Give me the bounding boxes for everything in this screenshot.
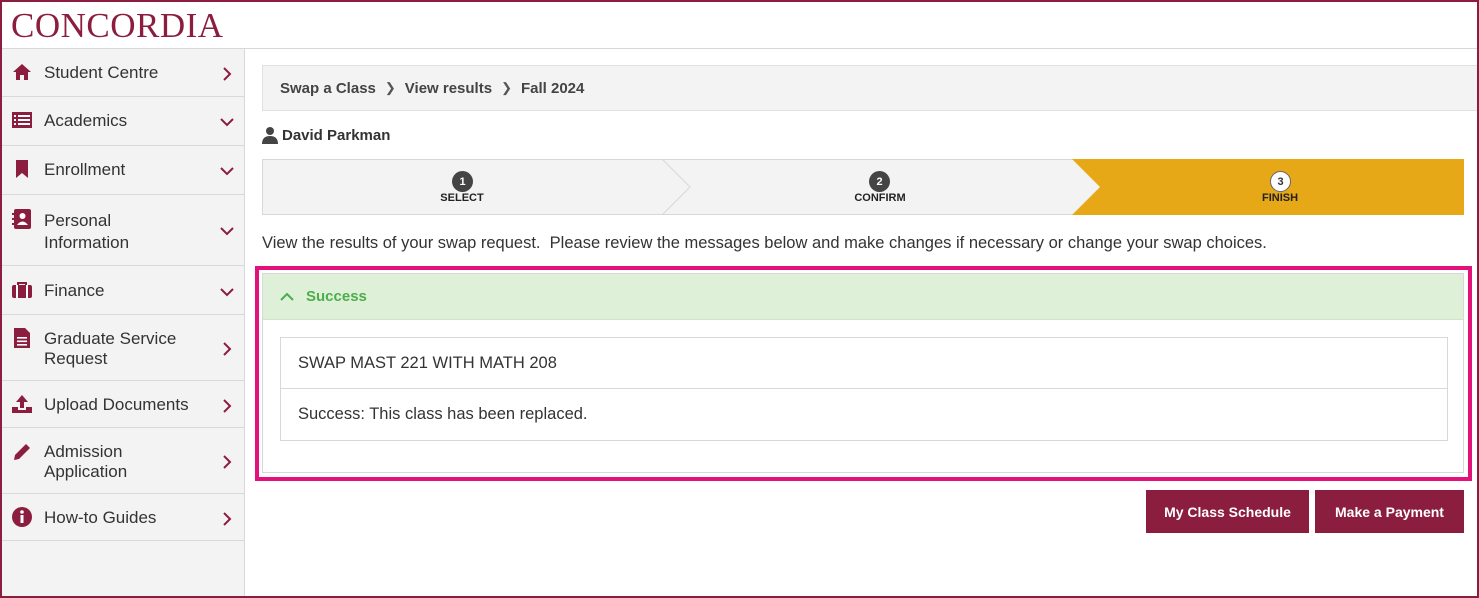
chevron-down-icon	[220, 164, 234, 178]
step-number: 2	[869, 171, 890, 192]
step-number: 1	[452, 171, 473, 192]
info-icon	[11, 506, 33, 528]
sidebar-nav: Student Centre Academics Enrollment Pers…	[2, 49, 245, 596]
message-row: SWAP MAST 221 WITH MATH 208	[281, 338, 1447, 389]
contact-card-icon	[11, 208, 33, 230]
sidebar-item-label: How-to Guides	[44, 508, 157, 527]
sidebar-item-label: Academics	[44, 111, 128, 130]
step-label: SELECT	[440, 192, 484, 204]
step-number: 3	[1270, 171, 1291, 192]
sidebar-item-how-to-guides[interactable]: How-to Guides	[2, 494, 244, 541]
chevron-down-icon	[220, 285, 234, 299]
pencil-icon	[11, 441, 33, 463]
user-info: David Parkman	[262, 126, 390, 144]
sidebar-item-graduate-service-request[interactable]: Graduate Service Request	[2, 315, 244, 381]
sidebar-item-personal-information[interactable]: Personal Information	[2, 195, 244, 266]
sidebar-item-label: Graduate Service Request	[44, 329, 177, 368]
bookmark-icon	[11, 158, 33, 180]
message-row: Success: This class has been replaced.	[298, 405, 588, 423]
result-panel: Success SWAP MAST 221 WITH MATH 208 Succ…	[262, 273, 1464, 473]
chevron-right-icon	[220, 455, 234, 469]
user-icon	[262, 127, 278, 144]
breadcrumb-swap-a-class[interactable]: Swap a Class	[280, 80, 376, 97]
concordia-logo[interactable]: CONCORDIA	[11, 6, 224, 46]
breadcrumb-view-results[interactable]: View results	[405, 80, 492, 97]
sidebar-item-label: Finance	[44, 281, 105, 300]
my-class-schedule-button[interactable]: My Class Schedule	[1146, 490, 1309, 533]
sidebar-item-upload-documents[interactable]: Upload Documents	[2, 381, 244, 428]
site-header: CONCORDIA	[2, 2, 1477, 49]
chevron-right-icon	[220, 512, 234, 526]
sidebar-item-finance[interactable]: Finance	[2, 266, 244, 315]
upload-icon	[11, 393, 33, 415]
briefcase-icon	[11, 279, 33, 301]
intro-text: View the results of your swap request. P…	[262, 234, 1267, 252]
chevron-right-icon	[220, 342, 234, 356]
breadcrumb-separator-icon: ❯	[384, 80, 396, 95]
result-panel-title: Success	[306, 288, 367, 305]
chevron-down-icon	[220, 224, 234, 238]
sidebar-item-academics[interactable]: Academics	[2, 97, 244, 146]
list-icon	[11, 109, 33, 131]
chevron-right-icon	[220, 399, 234, 413]
result-panel-header[interactable]: Success	[263, 274, 1463, 320]
sidebar-item-label: Student Centre	[44, 63, 159, 82]
breadcrumb-separator-icon: ❯	[501, 80, 512, 95]
chevron-down-icon	[220, 115, 234, 129]
sidebar-item-label: Admission Application	[44, 442, 128, 481]
sidebar-item-label: Upload Documents	[44, 395, 189, 414]
breadcrumb: Swap a Class ❯ View results ❯ Fall 2024	[262, 65, 1477, 111]
sidebar-item-label: Personal Information	[44, 211, 130, 252]
user-name: David Parkman	[282, 126, 391, 144]
step-label: FINISH	[1261, 192, 1299, 204]
sidebar-item-student-centre[interactable]: Student Centre	[2, 49, 244, 97]
step-label: CONFIRM	[854, 192, 906, 204]
sidebar-item-admission-application[interactable]: Admission Application	[2, 428, 244, 494]
chevron-up-icon	[280, 292, 294, 301]
message-table: SWAP MAST 221 WITH MATH 208 Success: Thi…	[280, 337, 1448, 441]
progress-steps: 1 SELECT 2 CONFIRM 3 FINISH	[262, 159, 1464, 215]
chevron-right-icon	[220, 67, 234, 81]
document-icon	[11, 327, 33, 349]
make-a-payment-button[interactable]: Make a Payment	[1315, 490, 1464, 533]
sidebar-item-enrollment[interactable]: Enrollment	[2, 146, 244, 195]
home-icon	[11, 61, 33, 83]
breadcrumb-term: Fall 2024	[520, 79, 585, 97]
sidebar-item-label: Enrollment	[44, 160, 126, 179]
